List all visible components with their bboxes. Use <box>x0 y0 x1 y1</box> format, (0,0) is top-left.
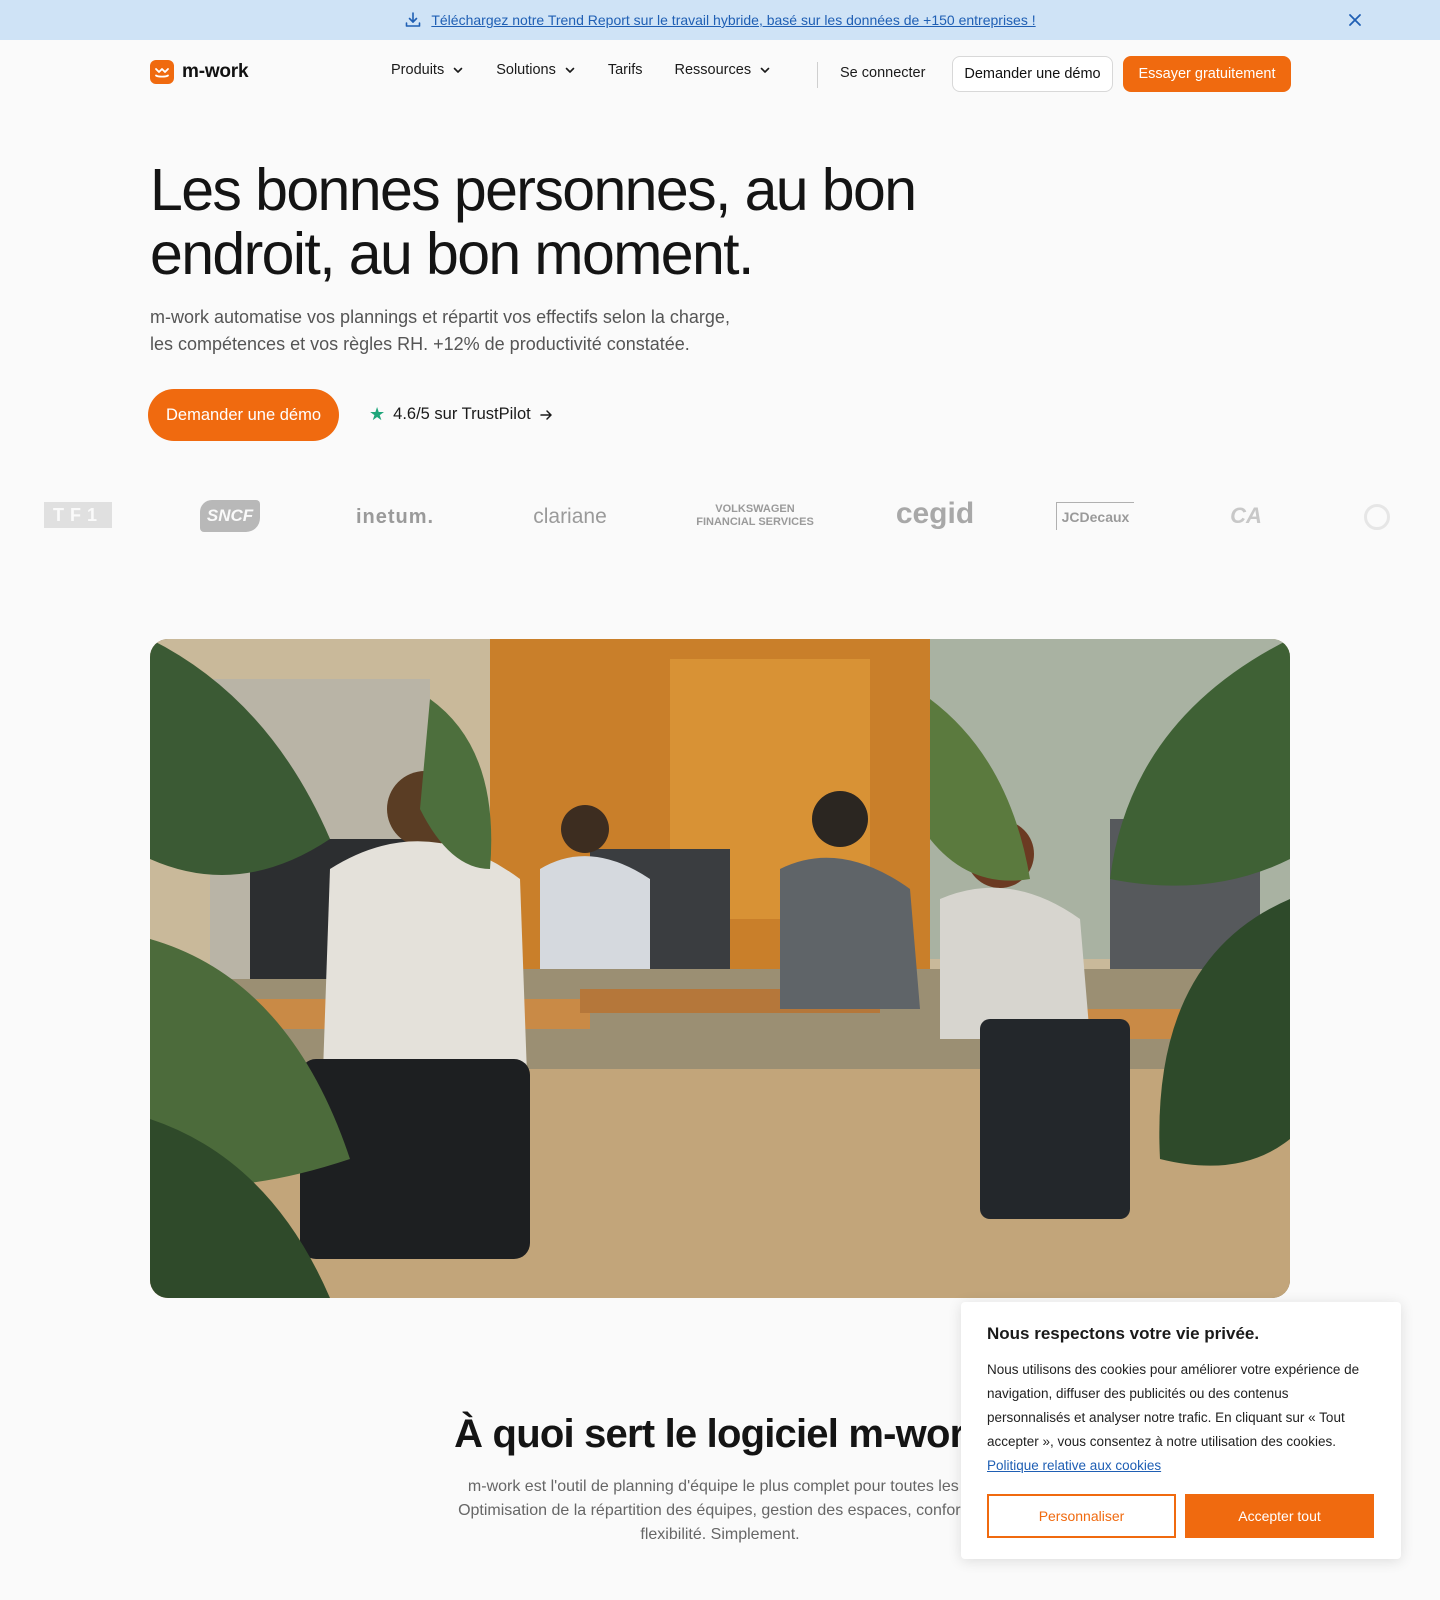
logo-inetum-text: inetum. <box>355 505 435 528</box>
trustpilot-rating: 4.6/5 sur TrustPilot <box>393 405 531 423</box>
logo-cegid: cegid <box>890 496 980 532</box>
section-title: À quoi sert le logiciel m-work <box>454 1412 986 1456</box>
logo[interactable]: m-work <box>150 60 249 84</box>
chevron-down-icon <box>565 67 575 73</box>
nav-item-solutions[interactable]: Solutions <box>496 62 576 78</box>
cookie-body: Nous utilisons des cookies pour améliore… <box>987 1358 1375 1478</box>
hero-demo-button[interactable]: Demander une démo <box>148 389 339 441</box>
nav-item-label: Ressources <box>674 62 752 78</box>
logo-tf1: TF1 <box>44 502 112 528</box>
section-subtitle-line: Optimisation de la répartition des équip… <box>458 1502 982 1519</box>
cookie-consent-dialog: Nous respectons votre vie privée. Nous u… <box>961 1302 1401 1559</box>
cookie-title: Nous respectons votre vie privée. <box>987 1324 1260 1343</box>
hero-subtitle-line: m-work automatise vos plannings et répar… <box>150 307 730 327</box>
nav-item-label: Produits <box>391 62 445 78</box>
banner-link[interactable]: Téléchargez notre Trend Report sur le tr… <box>431 12 1035 28</box>
trustpilot-link[interactable]: ★ 4.6/5 sur TrustPilot <box>369 404 553 425</box>
logo-credit-agricole: CA <box>1218 498 1274 534</box>
chevron-down-icon <box>453 67 463 73</box>
login-link[interactable]: Se connecter <box>840 65 925 81</box>
logo-tf1-text: TF1 <box>52 504 103 525</box>
hero-subtitle: m-work automatise vos plannings et répar… <box>150 304 800 358</box>
nav-item-label: Tarifs <box>607 62 643 78</box>
chevron-down-icon <box>760 67 770 73</box>
logo-faded <box>1364 504 1390 530</box>
nav-item-ressources[interactable]: Ressources <box>675 62 772 78</box>
star-icon: ★ <box>369 404 386 424</box>
customize-cookies-button[interactable]: Personnaliser <box>987 1494 1176 1538</box>
close-icon[interactable] <box>1346 11 1364 29</box>
banner-content[interactable]: Téléchargez notre Trend Report sur le tr… <box>404 11 1036 29</box>
office-illustration-art <box>150 639 1290 1298</box>
logo-clariane: clariane <box>520 502 620 532</box>
logo-volkswagen-fs: VOLKSWAGEN FINANCIAL SERVICES <box>690 498 820 534</box>
logo-sncf: SNCF <box>200 500 260 532</box>
hero-subtitle-line: les compétences et vos règles RH. +12% d… <box>150 334 690 354</box>
logo-inetum: inetum. <box>340 502 450 532</box>
logo-vw-line: VOLKSWAGEN <box>715 503 795 515</box>
logo-jcdecaux: JCDecaux <box>1056 502 1134 530</box>
hero-title: Les bonnes personnes, au bon endroit, au… <box>150 157 917 287</box>
cookie-actions: Personnaliser Accepter tout <box>987 1494 1374 1538</box>
logo-vw-line: FINANCIAL SERVICES <box>696 516 814 528</box>
nav-item-tarifs[interactable]: Tarifs <box>608 62 643 78</box>
announcement-banner: Téléchargez notre Trend Report sur le tr… <box>0 0 1440 40</box>
nav-divider <box>817 62 818 88</box>
logo-text: m-work <box>182 61 249 82</box>
client-logos: TF1 SNCF inetum. clariane VOLKSWAGEN FIN… <box>0 494 1440 544</box>
accept-all-cookies-button[interactable]: Accepter tout <box>1185 1494 1374 1538</box>
logo-cegid-text: cegid <box>895 497 975 530</box>
section-subtitle: m-work est l'outil de planning d'équipe … <box>400 1475 1040 1547</box>
logo-jcdecaux-text: JCDecaux <box>1061 508 1130 525</box>
try-free-button[interactable]: Essayer gratuitement <box>1123 56 1291 92</box>
logo-mark-icon <box>150 60 174 84</box>
nav-item-label: Solutions <box>496 62 556 78</box>
main-navigation: m-work Produits Solutions Tarifs Ressour… <box>0 40 1440 106</box>
section-subtitle-line: m-work est l'outil de planning d'équipe … <box>467 1478 973 1495</box>
cookie-policy-link[interactable]: Politique relative aux cookies <box>987 1458 1161 1473</box>
section-subtitle-line: flexibilité. Simplement. <box>640 1526 800 1543</box>
download-icon <box>406 12 421 27</box>
logo-ca-text: CA <box>1230 503 1262 528</box>
logo-sncf-text: SNCF <box>206 506 254 525</box>
logo-clariane-text: clariane <box>533 505 607 528</box>
nav-menu: Produits Solutions Tarifs Ressources <box>391 62 803 78</box>
nav-item-produits[interactable]: Produits <box>391 62 464 78</box>
nav-demo-button[interactable]: Demander une démo <box>952 56 1113 92</box>
arrow-right-icon <box>539 409 552 420</box>
cookie-body-text: Nous utilisons des cookies pour améliore… <box>987 1362 1360 1449</box>
office-illustration <box>150 639 1290 1298</box>
